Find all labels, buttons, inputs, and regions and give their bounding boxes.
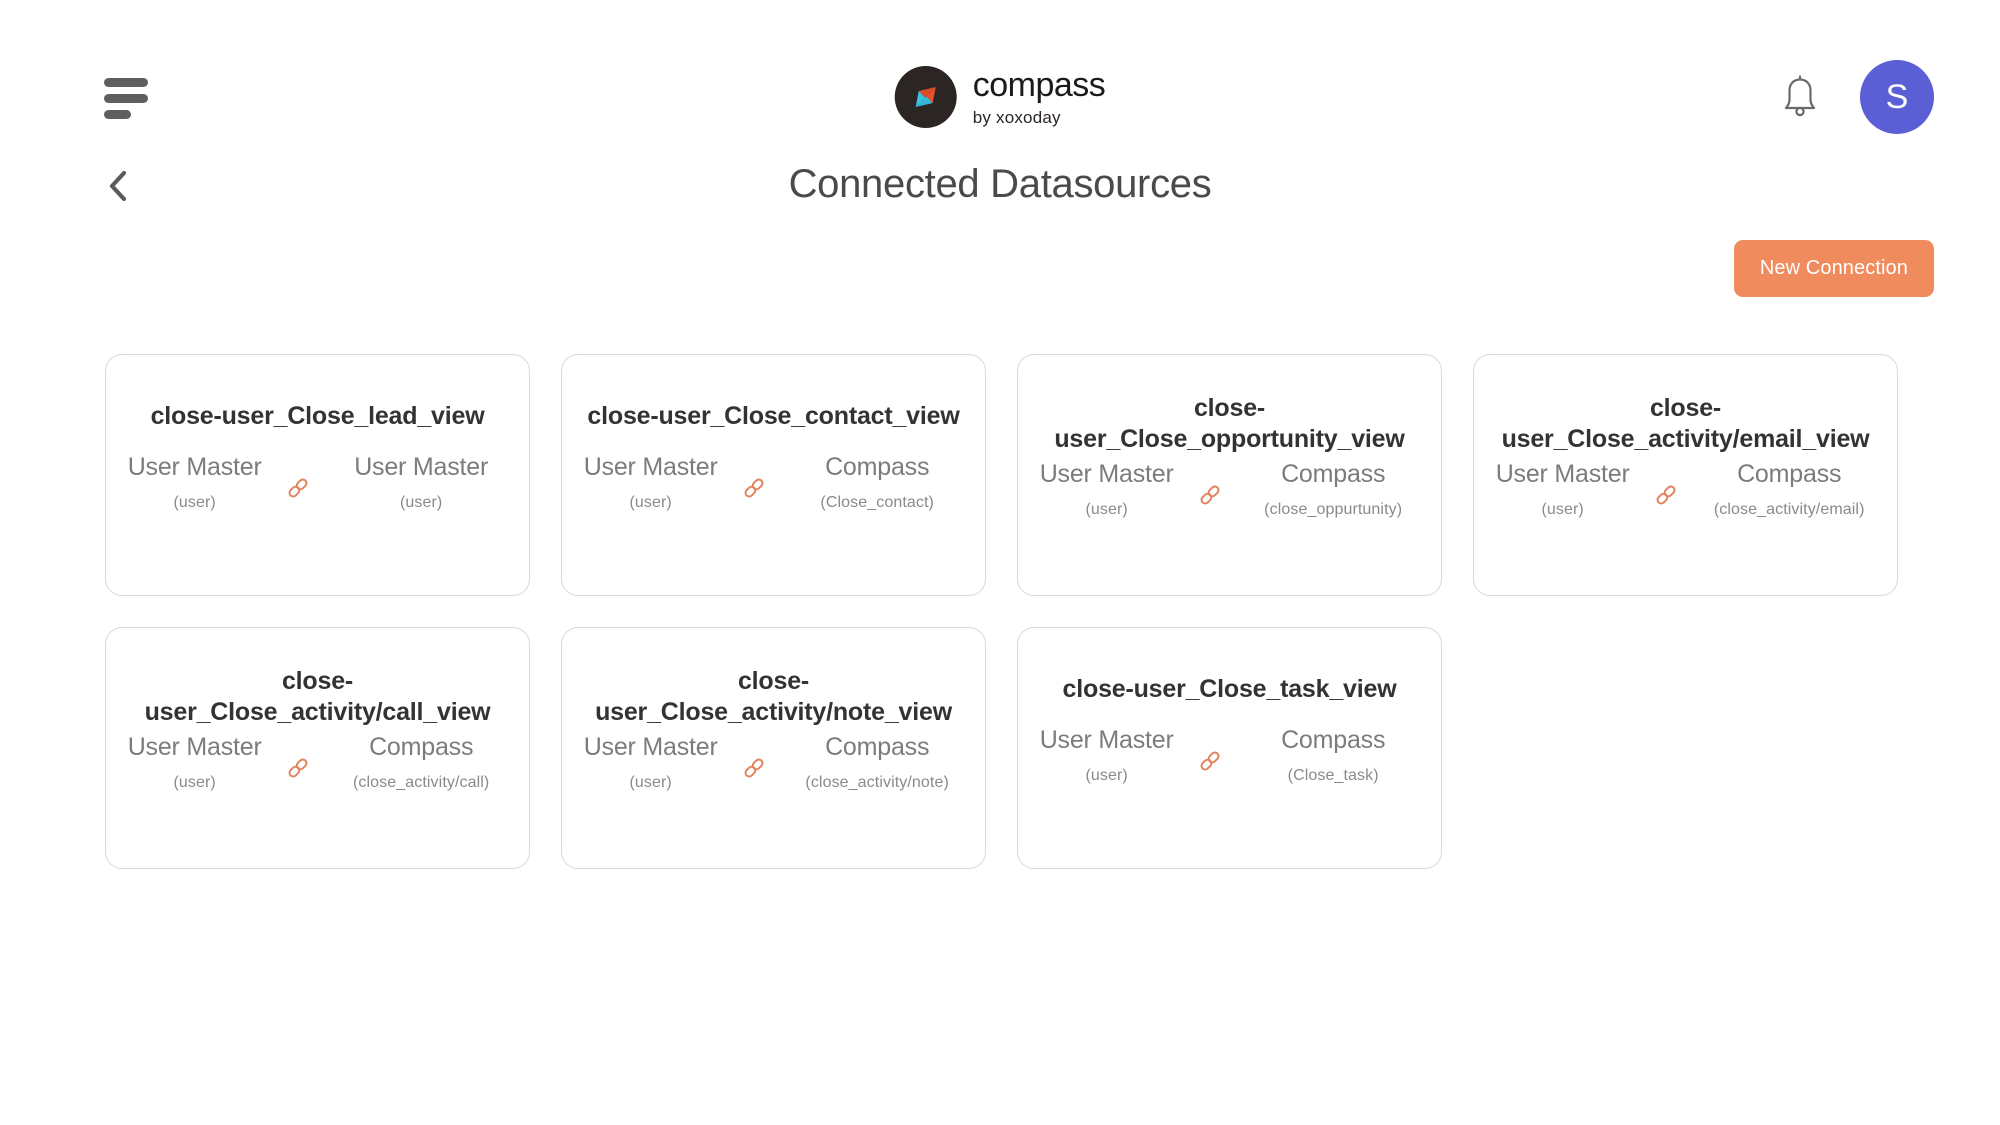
datasource-card-body: User Master (user) Compass (Close_contact) <box>562 447 985 595</box>
datasource-card-body: User Master (user) Compass (close_activity/… <box>1474 454 1897 595</box>
chain-link-icon <box>1200 485 1220 505</box>
chain-link-icon <box>744 478 764 498</box>
hamburger-line-3 <box>104 110 131 119</box>
target-node-name: Compass <box>825 733 930 761</box>
source-node-subtitle: (user) <box>173 494 216 511</box>
connection-link <box>727 453 781 501</box>
source-node-subtitle: (user) <box>1085 501 1128 518</box>
target-node: Compass (close_activity/email) <box>1693 460 1885 519</box>
connection-link <box>1639 460 1693 508</box>
chevron-left-icon <box>109 170 127 202</box>
connection-link <box>271 733 325 781</box>
target-node-name: User Master <box>354 453 489 481</box>
new-connection-button[interactable]: New Connection <box>1733 240 1934 297</box>
target-node-subtitle: (close_activity/call) <box>352 774 490 791</box>
chain-link-icon <box>1200 751 1220 771</box>
connection-link <box>727 733 781 781</box>
brand-logo[interactable]: compass by xoxoday <box>894 66 1106 128</box>
hamburger-menu-icon[interactable] <box>104 78 148 119</box>
datasource-card-title: close-user_Close_activity/call_view <box>144 667 491 726</box>
source-node: User Master (user) <box>1030 460 1183 519</box>
source-node: User Master (user) <box>1030 726 1183 785</box>
header-actions: S <box>1780 60 1934 134</box>
datasource-card-body: User Master (user) Compass (close_activity/… <box>562 727 985 868</box>
bell-icon[interactable] <box>1780 74 1820 120</box>
hamburger-line-1 <box>104 78 148 87</box>
source-node: User Master (user) <box>574 733 727 792</box>
target-node: Compass (Close_contact) <box>781 453 973 512</box>
datasource-card-title: close-user_Close_lead_view <box>150 402 485 430</box>
datasource-card-body: User Master (user) User Master (user) <box>106 447 529 595</box>
source-node-subtitle: (user) <box>629 774 672 791</box>
datasource-card[interactable]: close-user_Close_contact_view User Master… <box>561 354 986 596</box>
datasource-card-title: close-user_Close_opportunity_view <box>1054 394 1405 453</box>
chain-link-icon <box>288 478 308 498</box>
target-node: Compass (Close_task) <box>1237 726 1429 785</box>
brand-tagline: by xoxoday <box>972 108 1061 127</box>
action-row: New Connection <box>0 220 2000 297</box>
hamburger-line-2 <box>104 94 148 103</box>
target-node-subtitle: (close_activity/note) <box>805 774 949 791</box>
source-node-name: User Master <box>583 733 718 761</box>
datasource-card-body: User Master (user) Compass (Close_task) <box>1018 720 1441 868</box>
chain-link-icon <box>1656 485 1676 505</box>
datasource-card[interactable]: close-user_Close_activity/call_view User … <box>105 627 530 869</box>
compass-logo-icon <box>894 66 957 128</box>
brand-name: compass <box>972 66 1106 104</box>
source-node-subtitle: (user) <box>1085 767 1128 784</box>
page-title: Connected Datasources <box>788 162 1212 206</box>
datasource-card[interactable]: close-user_Close_opportunity_view User Ma… <box>1017 354 1442 596</box>
datasource-card-title: close-user_Close_task_view <box>1062 675 1397 703</box>
source-node: User Master (user) <box>1486 460 1639 519</box>
chain-link-icon <box>744 758 764 778</box>
source-node-name: User Master <box>127 453 262 481</box>
source-node-subtitle: (user) <box>629 494 672 511</box>
source-node-name: User Master <box>1039 726 1174 754</box>
back-button[interactable] <box>98 166 138 206</box>
source-node-name: User Master <box>1039 460 1174 488</box>
target-node-name: Compass <box>1281 726 1386 754</box>
source-node: User Master (user) <box>118 733 271 792</box>
datasource-card-title: close-user_Close_activity/note_view <box>595 667 952 726</box>
datasource-card-body: User Master (user) Compass (close_activity/… <box>106 727 529 868</box>
target-node: User Master (user) <box>325 453 517 512</box>
source-node-name: User Master <box>127 733 262 761</box>
target-node-subtitle: (close_oppurtunity) <box>1264 501 1403 518</box>
target-node-name: Compass <box>369 733 474 761</box>
target-node: Compass (close_oppurtunity) <box>1237 460 1429 519</box>
source-node-name: User Master <box>583 453 718 481</box>
connection-link <box>1183 460 1237 508</box>
connection-link <box>271 453 325 501</box>
target-node-subtitle: (Close_contact) <box>820 494 934 511</box>
source-node: User Master (user) <box>118 453 271 512</box>
connection-link <box>1183 726 1237 774</box>
target-node-subtitle: (user) <box>399 494 443 511</box>
target-node-name: Compass <box>1281 460 1386 488</box>
datasource-card[interactable]: close-user_Close_task_view User Master (us… <box>1017 627 1442 869</box>
source-node-subtitle: (user) <box>1541 501 1584 518</box>
target-node: Compass (close_activity/note) <box>781 733 973 792</box>
target-node: Compass (close_activity/call) <box>325 733 517 792</box>
source-node-name: User Master <box>1495 460 1630 488</box>
datasource-card-title: close-user_Close_contact_view <box>587 402 960 430</box>
top-header-bar: compass by xoxoday S <box>0 0 2000 148</box>
page-header: Connected Datasources <box>0 148 2000 220</box>
datasource-card[interactable]: close-user_Close_lead_view User Master (us… <box>105 354 530 596</box>
datasource-card-title: close-user_Close_activity/email_view <box>1501 394 1870 453</box>
source-node-subtitle: (user) <box>173 774 216 791</box>
datasource-card[interactable]: close-user_Close_activity/note_view User … <box>561 627 986 869</box>
target-node-name: Compass <box>1737 460 1842 488</box>
target-node-subtitle: (Close_task) <box>1287 767 1379 784</box>
source-node: User Master (user) <box>574 453 727 512</box>
datasource-card-body: User Master (user) Compass (close_oppurtuni… <box>1018 454 1441 595</box>
target-node-name: Compass <box>825 453 930 481</box>
target-node-subtitle: (close_activity/email) <box>1713 501 1865 518</box>
chain-link-icon <box>288 758 308 778</box>
datasource-cards-grid: close-user_Close_lead_view User Master (us… <box>0 297 1900 869</box>
user-avatar[interactable]: S <box>1860 60 1934 134</box>
datasource-card[interactable]: close-user_Close_activity/email_view User… <box>1473 354 1898 596</box>
avatar-initial: S <box>1885 77 1909 116</box>
